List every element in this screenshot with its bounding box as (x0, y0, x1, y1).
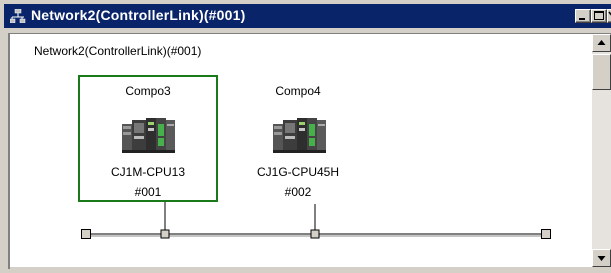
bus-terminal-left[interactable] (81, 229, 91, 239)
maximize-icon (594, 11, 604, 20)
network-bus-line (88, 202, 546, 239)
close-button[interactable] (607, 9, 611, 23)
scroll-thumb[interactable] (592, 54, 611, 90)
window-title: Network2(ControllerLink)(#001) (31, 7, 246, 23)
scroll-up-button[interactable] (592, 34, 611, 52)
network-icon (9, 8, 26, 24)
minimize-icon (579, 18, 585, 20)
arrow-up-icon (597, 40, 606, 45)
vertical-scrollbar[interactable] (592, 34, 611, 267)
title-bar[interactable]: Network2(ControllerLink)(#001) (4, 4, 611, 28)
network-canvas[interactable]: Network2(ControllerLink)(#001) Compo3 CJ… (10, 34, 592, 267)
scroll-down-button[interactable] (592, 249, 611, 267)
maximize-button[interactable] (591, 9, 607, 23)
network-window: Network2(ControllerLink)(#001) Network2(… (0, 0, 611, 273)
bus-terminal-right[interactable] (541, 229, 551, 239)
minimize-button[interactable] (575, 9, 591, 23)
arrow-down-icon (597, 256, 606, 261)
